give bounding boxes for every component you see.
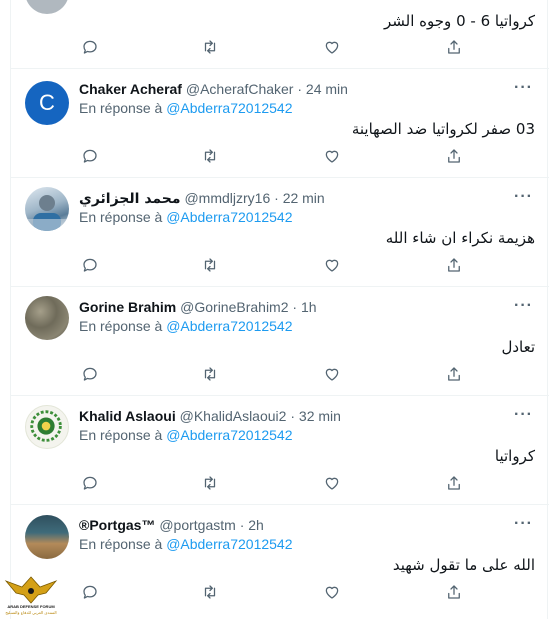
watermark-emblem: ARAB DEFENSE FORUM المنتدى العربي للدفاع… (2, 573, 60, 619)
tweet-actions (77, 583, 477, 603)
handle[interactable]: @mmdljzry16 (184, 190, 270, 206)
share-icon[interactable] (445, 38, 465, 58)
reply-icon[interactable] (81, 38, 101, 58)
tweet-actions (77, 256, 477, 276)
retweet-icon[interactable] (201, 256, 221, 276)
tweet-header: Khalid Aslaoui @KhalidAslaoui2 · 32 min (79, 408, 341, 424)
share-icon[interactable] (445, 583, 465, 603)
reply-prefix: En réponse à (79, 536, 163, 552)
share-icon[interactable] (445, 365, 465, 385)
display-name[interactable]: Gorine Brahim (79, 299, 176, 315)
handle[interactable]: @AcherafChaker (186, 81, 294, 97)
retweet-icon[interactable] (201, 365, 221, 385)
like-icon[interactable] (323, 256, 343, 276)
mention-link[interactable]: @Abderra72012542 (166, 427, 292, 443)
avatar[interactable] (25, 187, 69, 231)
timestamp[interactable]: 22 min (283, 190, 325, 206)
separator: · (297, 81, 303, 97)
reply-prefix: En réponse à (79, 209, 163, 225)
reply-context: En réponse à @Abderra72012542 (79, 536, 293, 552)
more-icon[interactable]: ··· (514, 79, 533, 97)
reply-prefix: En réponse à (79, 427, 163, 443)
retweet-icon[interactable] (201, 474, 221, 494)
tweet-item[interactable]: ®Portgas™ @portgastm · 2h ··· En réponse… (11, 505, 549, 619)
more-icon[interactable]: ··· (514, 297, 533, 315)
mention-link[interactable]: @Abderra72012542 (166, 318, 292, 334)
watermark-line2: المنتدى العربي للدفاع والتسليح (5, 610, 57, 615)
reply-context: En réponse à @Abderra72012542 (79, 209, 293, 225)
timestamp[interactable]: 32 min (299, 408, 341, 424)
tweet-actions (77, 38, 477, 58)
tweet-item[interactable]: Gorine Brahim @GorineBrahim2 · 1h ··· En… (11, 287, 549, 396)
tweet-header: محمد الجزائري @mmdljzry16 · 22 min (79, 190, 325, 207)
tweet-actions (77, 147, 477, 167)
separator: · (239, 517, 245, 533)
avatar[interactable] (25, 515, 69, 559)
like-icon[interactable] (323, 474, 343, 494)
mention-link[interactable]: @Abderra72012542 (166, 209, 292, 225)
tweet-item[interactable]: محمد الجزائري @mmdljzry16 · 22 min ··· E… (11, 178, 549, 287)
tweet-top[interactable]: كرواتيا 6 - 0 وجوه الشر (11, 0, 549, 69)
reply-icon[interactable] (81, 365, 101, 385)
mention-link[interactable]: @Abderra72012542 (166, 536, 292, 552)
timeline: كرواتيا 6 - 0 وجوه الشر C Chaker Acheraf… (10, 0, 549, 619)
tweet-text: كرواتيا (494, 447, 535, 465)
avatar[interactable] (25, 405, 69, 449)
display-name[interactable]: Chaker Acheraf (79, 81, 182, 97)
avatar[interactable] (25, 0, 69, 14)
more-icon[interactable]: ··· (514, 188, 533, 206)
retweet-icon[interactable] (201, 38, 221, 58)
handle[interactable]: @KhalidAslaoui2 (180, 408, 287, 424)
reply-context: En réponse à @Abderra72012542 (79, 427, 293, 443)
separator: · (274, 190, 279, 206)
tweet-item[interactable]: C Chaker Acheraf @AcherafChaker · 24 min… (11, 69, 549, 178)
separator: · (290, 408, 296, 424)
tweet-actions (77, 365, 477, 385)
more-icon[interactable]: ··· (514, 406, 533, 424)
tweet-header: Gorine Brahim @GorineBrahim2 · 1h (79, 299, 317, 315)
display-name[interactable]: ®Portgas™ (79, 517, 155, 533)
avatar[interactable] (25, 296, 69, 340)
handle[interactable]: @portgastm (159, 517, 235, 533)
retweet-icon[interactable] (201, 583, 221, 603)
reply-icon[interactable] (81, 583, 101, 603)
share-icon[interactable] (445, 474, 465, 494)
avatar[interactable]: C (25, 81, 69, 125)
timestamp[interactable]: 2h (248, 517, 264, 533)
display-name[interactable]: محمد الجزائري (79, 191, 181, 207)
retweet-icon[interactable] (201, 147, 221, 167)
reply-context: En réponse à @Abderra72012542 (79, 318, 293, 334)
reply-icon[interactable] (81, 147, 101, 167)
like-icon[interactable] (323, 147, 343, 167)
reply-icon[interactable] (81, 474, 101, 494)
tweet-item[interactable]: Khalid Aslaoui @KhalidAslaoui2 · 32 min … (11, 396, 549, 505)
like-icon[interactable] (323, 365, 343, 385)
tweet-text: هزيمة نكراء ان شاء الله (385, 229, 535, 247)
separator: · (292, 299, 298, 315)
mention-link[interactable]: @Abderra72012542 (166, 100, 292, 116)
share-icon[interactable] (445, 147, 465, 167)
handle[interactable]: @GorineBrahim2 (180, 299, 288, 315)
reply-context: En réponse à @Abderra72012542 (79, 100, 293, 116)
share-icon[interactable] (445, 256, 465, 276)
display-name[interactable]: Khalid Aslaoui (79, 408, 176, 424)
tweet-header: ®Portgas™ @portgastm · 2h (79, 517, 264, 533)
reply-icon[interactable] (81, 256, 101, 276)
more-icon[interactable]: ··· (514, 515, 533, 533)
like-icon[interactable] (323, 583, 343, 603)
tweet-text: تعادل (501, 338, 535, 356)
reply-prefix: En réponse à (79, 100, 163, 116)
timestamp[interactable]: 1h (301, 299, 317, 315)
timestamp[interactable]: 24 min (306, 81, 348, 97)
tweet-text: 03 صفر لكرواتيا ضد الصهاينة (351, 120, 535, 138)
reply-prefix: En réponse à (79, 318, 163, 334)
tweet-actions (77, 474, 477, 494)
tweet-text: الله على ما تقول شهيد (392, 556, 535, 574)
like-icon[interactable] (323, 38, 343, 58)
avatar-letter: C (39, 90, 55, 115)
tweet-header: Chaker Acheraf @AcherafChaker · 24 min (79, 81, 348, 97)
watermark-line1: ARAB DEFENSE FORUM (7, 604, 55, 609)
tweet-text: كرواتيا 6 - 0 وجوه الشر (384, 12, 535, 30)
